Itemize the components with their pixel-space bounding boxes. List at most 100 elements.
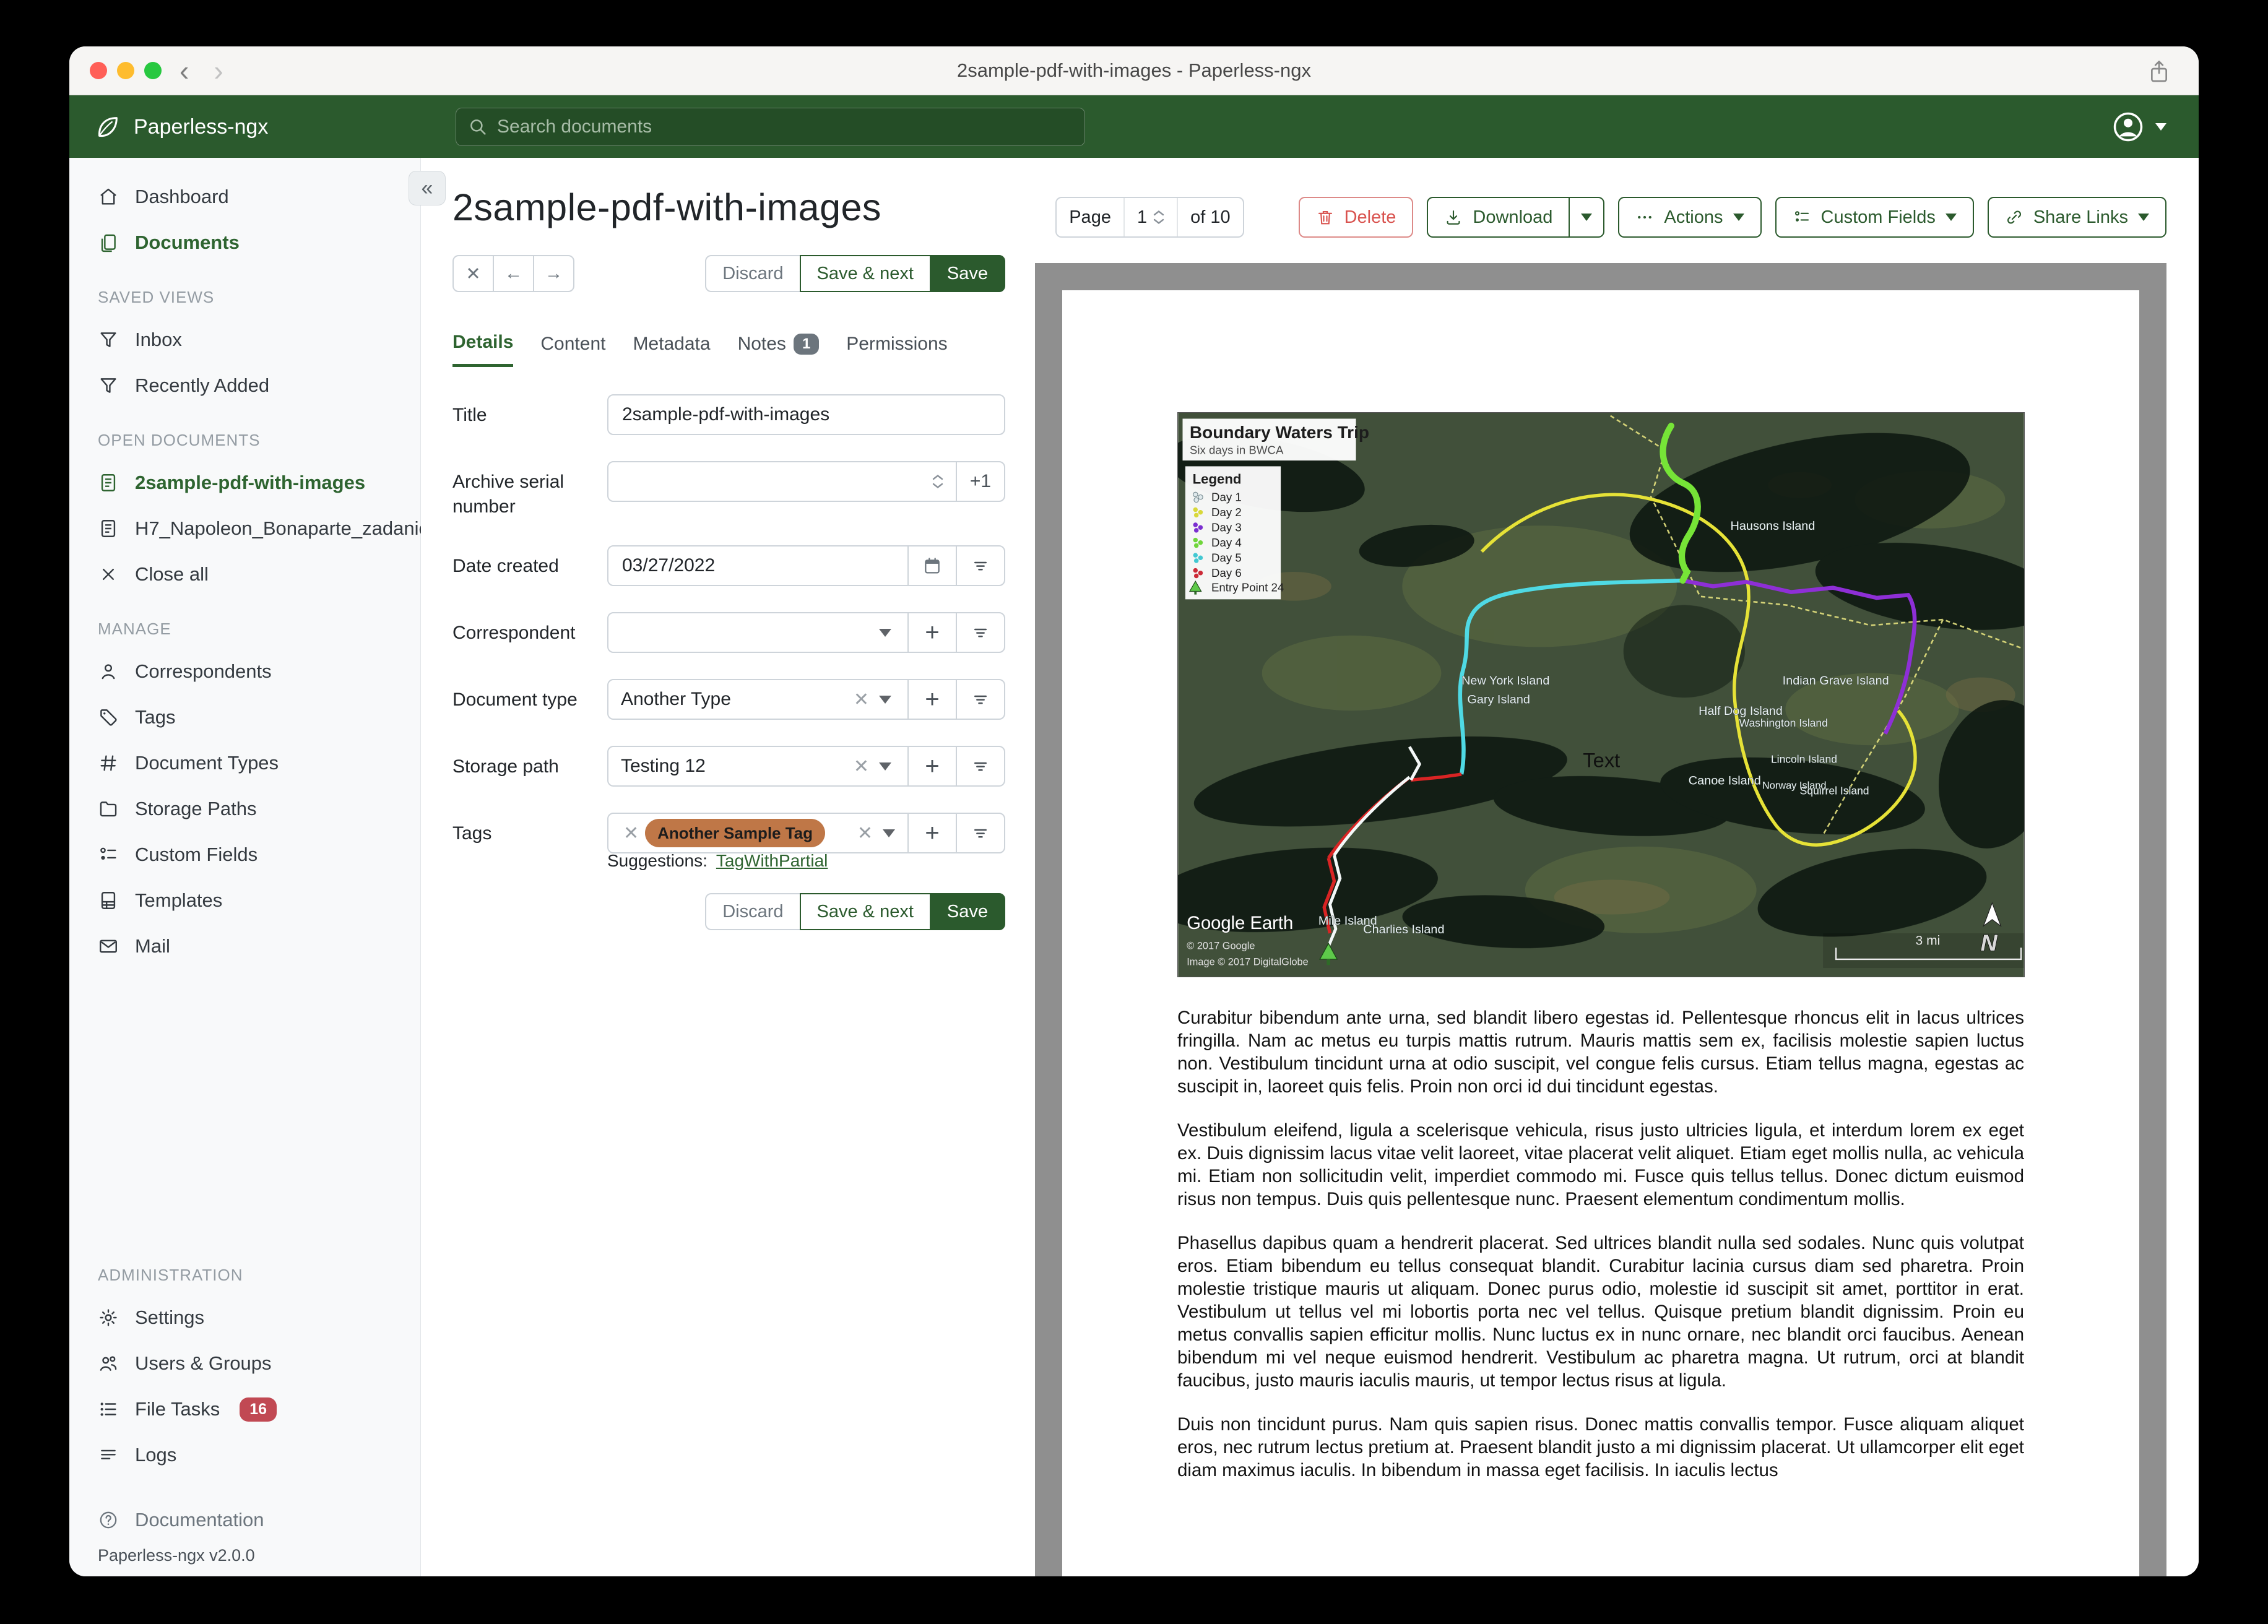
share-links-button[interactable]: Share Links — [1987, 197, 2166, 238]
actions-button[interactable]: Actions — [1618, 197, 1762, 238]
filter-lines-icon — [971, 757, 990, 775]
storage-path-select[interactable]: Testing 12 ✕ — [607, 746, 909, 787]
next-document-button[interactable]: → — [533, 255, 574, 292]
calendar-button[interactable] — [907, 545, 957, 586]
pdf-preview-pane[interactable]: Hausons Island Indian Grave Island Half … — [1035, 263, 2166, 1576]
sidebar-item-correspondents[interactable]: Correspondents — [69, 649, 420, 694]
paragraph: Phasellus dapibus quam a hendrerit place… — [1177, 1233, 2024, 1391]
sidebar-item-templates[interactable]: Templates — [69, 878, 420, 923]
tab-details[interactable]: Details — [452, 332, 514, 367]
previous-document-button[interactable]: ← — [493, 255, 534, 292]
map-label: Squirrel Island — [1800, 785, 1869, 797]
sidebar-item-label: Document Types — [135, 752, 279, 774]
paragraph: Vestibulum eleifend, ligula a scelerisqu… — [1177, 1120, 2024, 1209]
tab-notes[interactable]: Notes 1 — [738, 332, 820, 367]
custom-fields-button[interactable]: Custom Fields — [1775, 197, 1974, 238]
sidebar-item-documentation[interactable]: Documentation — [69, 1500, 420, 1540]
tag-chip[interactable]: Another Sample Tag — [645, 819, 826, 847]
title-input[interactable] — [607, 394, 1005, 435]
save-button[interactable]: Save — [929, 255, 1005, 292]
sidebar-item-open-doc-2[interactable]: H7_Napoleon_Bonaparte_zadanie — [69, 506, 430, 551]
sidebar-item-label: H7_Napoleon_Bonaparte_zadanie — [135, 517, 430, 539]
svg-text:Entry Point 24: Entry Point 24 — [1211, 581, 1284, 594]
page-number-input[interactable]: 1 — [1123, 198, 1177, 236]
sidebar-item-documents[interactable]: Documents — [69, 220, 420, 266]
tab-content[interactable]: Content — [540, 332, 605, 367]
date-created-input[interactable] — [607, 545, 909, 586]
sidebar-item-inbox[interactable]: Inbox — [69, 317, 420, 363]
calendar-icon — [922, 556, 942, 576]
manage-header: MANAGE — [98, 620, 171, 638]
tags-select[interactable]: ✕ Another Sample Tag ✕ — [607, 813, 909, 853]
gear-icon — [98, 1307, 119, 1328]
sidebar-item-logs[interactable]: Logs — [69, 1432, 420, 1478]
asn-stepper[interactable] — [932, 474, 943, 489]
clear-icon[interactable]: ✕ — [851, 823, 879, 844]
add-correspondent-button[interactable]: + — [907, 612, 957, 653]
tab-permissions[interactable]: Permissions — [846, 332, 947, 367]
remove-tag-icon[interactable]: ✕ — [617, 823, 645, 844]
sidebar-item-label: Documentation — [135, 1509, 264, 1531]
map-label: Gary Island — [1467, 693, 1530, 707]
tab-metadata[interactable]: Metadata — [633, 332, 710, 367]
add-storage-path-button[interactable]: + — [907, 746, 957, 787]
search-input[interactable]: Search documents — [456, 108, 1085, 146]
sidebar-item-storage-paths[interactable]: Storage Paths — [69, 786, 420, 832]
correspondent-filter-button[interactable] — [956, 612, 1005, 653]
page-total: of 10 — [1177, 198, 1242, 236]
sidebar-item-mail[interactable]: Mail — [69, 923, 420, 969]
download-button[interactable]: Download — [1427, 197, 1570, 238]
save-next-button[interactable]: Save & next — [799, 893, 931, 930]
share-icon[interactable] — [2147, 58, 2171, 86]
sidebar-item-document-types[interactable]: Document Types — [69, 740, 420, 786]
add-document-type-button[interactable]: + — [907, 679, 957, 720]
sidebar-item-settings[interactable]: Settings — [69, 1295, 420, 1341]
save-next-button[interactable]: Save & next — [799, 255, 931, 292]
sidebar-item-custom-fields[interactable]: Custom Fields — [69, 832, 420, 878]
sidebar-item-label: Settings — [135, 1307, 205, 1328]
paragraph: Curabitur bibendum ante urna, sed blandi… — [1177, 1008, 2024, 1097]
delete-button[interactable]: Delete — [1298, 197, 1414, 238]
tags-filter-button[interactable] — [956, 813, 1005, 853]
asn-plus-one-button[interactable]: +1 — [956, 461, 1005, 502]
trash-icon — [1316, 208, 1335, 227]
correspondent-select[interactable] — [607, 612, 909, 653]
sidebar-item-label: Close all — [135, 563, 209, 585]
app-version: Paperless-ngx v2.0.0 — [98, 1546, 255, 1565]
ellipsis-icon — [1635, 208, 1654, 227]
asn-input[interactable] — [607, 461, 957, 502]
sidebar-item-tags[interactable]: Tags — [69, 694, 420, 740]
date-input-value[interactable] — [621, 555, 895, 577]
sidebar-item-users-groups[interactable]: Users & Groups — [69, 1341, 420, 1386]
sidebar-item-close-all[interactable]: Close all — [69, 551, 420, 597]
chevron-down-icon — [1733, 214, 1744, 221]
close-document-button[interactable]: ✕ — [452, 255, 494, 292]
user-menu[interactable] — [2111, 95, 2166, 158]
clear-icon[interactable]: ✕ — [847, 756, 875, 777]
sidebar-collapse-button[interactable]: « — [409, 171, 446, 205]
sidebar-item-file-tasks[interactable]: File Tasks 16 — [69, 1386, 420, 1432]
sidebar-item-dashboard[interactable]: Dashboard — [69, 174, 420, 220]
page-stepper[interactable] — [1153, 210, 1164, 225]
home-icon — [98, 186, 119, 207]
date-created-row: Date created — [452, 545, 1005, 586]
download-options-button[interactable] — [1569, 197, 1605, 238]
sidebar-item-recently-added[interactable]: Recently Added — [69, 363, 420, 408]
save-button[interactable]: Save — [929, 893, 1005, 930]
app-brand[interactable]: Paperless-ngx — [93, 113, 268, 141]
mail-icon — [98, 936, 119, 957]
date-filter-button[interactable] — [956, 545, 1005, 586]
document-type-filter-button[interactable] — [956, 679, 1005, 720]
suggestion-link[interactable]: TagWithPartial — [716, 851, 828, 871]
person-icon — [98, 661, 119, 682]
add-tag-button[interactable]: + — [907, 813, 957, 853]
sidebar-item-open-doc-1[interactable]: 2sample-pdf-with-images — [69, 460, 420, 506]
storage-path-filter-button[interactable] — [956, 746, 1005, 787]
clear-icon[interactable]: ✕ — [847, 689, 875, 710]
title-input-value[interactable] — [621, 404, 992, 426]
asn-input-value[interactable] — [621, 470, 932, 493]
discard-button[interactable]: Discard — [705, 893, 801, 930]
document-type-select[interactable]: Another Type ✕ — [607, 679, 909, 720]
svg-text:Day 6: Day 6 — [1211, 566, 1242, 579]
discard-button[interactable]: Discard — [705, 255, 801, 292]
